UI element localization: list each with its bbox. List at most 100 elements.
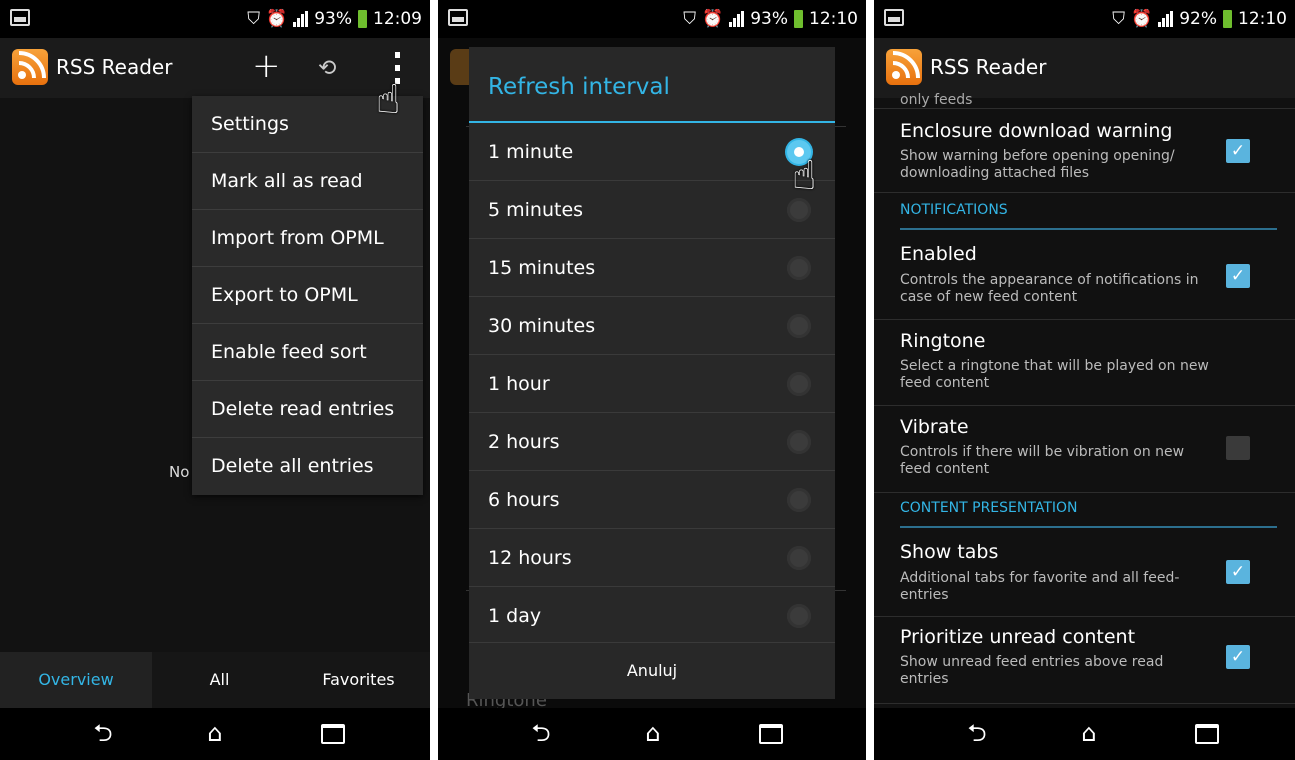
refresh-interval-dialog: Refresh interval 1 minute 5 minutes 15 m… (469, 47, 835, 699)
checkbox-checked[interactable]: ✓ (1226, 645, 1250, 669)
menu-item-mark-all-read[interactable]: Mark all as read (192, 153, 423, 210)
option-15-minutes[interactable]: 15 minutes (469, 239, 835, 297)
checkbox-unchecked[interactable]: ✓ (1226, 436, 1250, 460)
battery-percent: 93% (750, 9, 788, 29)
radio[interactable] (787, 488, 811, 512)
pref-title: Show tabs (900, 541, 999, 563)
battery-icon (1223, 10, 1232, 28)
radio[interactable] (787, 314, 811, 338)
checkbox-checked[interactable]: ✓ (1226, 139, 1250, 163)
pref-summary: Controls if there will be vibration on n… (900, 444, 1185, 477)
nav-bar: ⮌ ⌂ (0, 708, 430, 760)
option-label: 5 minutes (488, 199, 584, 221)
image-icon (884, 9, 904, 26)
clock: 12:10 (809, 9, 858, 29)
status-bar: ⛉ ⏰ 93% 12:10 (438, 0, 866, 38)
home-icon[interactable]: ⌂ (200, 718, 230, 748)
rss-logo-icon[interactable] (12, 49, 48, 85)
checkbox-checked[interactable]: ✓ (1226, 560, 1250, 584)
nav-bar: ⮌ ⌂ (874, 708, 1295, 760)
alarm-icon: ⏰ (1131, 9, 1153, 29)
recent-apps-icon[interactable] (756, 718, 786, 748)
pref-summary: Show warning before opening opening/ dow… (900, 148, 1175, 181)
pref-title: Ringtone (900, 330, 986, 352)
app-bar: RSS Reader + ⟲ (0, 38, 430, 98)
pref-prioritize-unread[interactable]: Prioritize unread content Show unread fe… (874, 617, 1295, 704)
add-icon[interactable]: + (252, 48, 281, 84)
signal-icon (293, 11, 309, 27)
alarm-icon: ⏰ (702, 9, 724, 29)
app-bar: RSS Reader (874, 38, 1295, 98)
recent-apps-icon[interactable] (1192, 718, 1222, 748)
option-label: 2 hours (488, 431, 560, 453)
checkbox-checked[interactable]: ✓ (1226, 264, 1250, 288)
tab-overview[interactable]: Overview (0, 652, 152, 708)
radio[interactable] (787, 372, 811, 396)
recent-apps-icon[interactable] (318, 718, 348, 748)
pref-enabled[interactable]: Enabled Controls the appearance of notif… (874, 232, 1295, 320)
pref-summary: Select a ringtone that will be played on… (900, 358, 1209, 391)
image-icon (448, 9, 468, 26)
tab-bar: Overview All Favorites (0, 652, 430, 708)
status-bar: ⛉ ⏰ 92% 12:10 (874, 0, 1295, 38)
screen-settings: ⛉ ⏰ 92% 12:10 RSS Reader only feeds Encl… (874, 0, 1295, 760)
option-label: 12 hours (488, 547, 572, 569)
option-label: 1 hour (488, 373, 550, 395)
option-1-minute[interactable]: 1 minute (469, 123, 835, 181)
pref-title: Enclosure download warning (900, 120, 1173, 142)
settings-list: only feeds Enclosure download warning Sh… (874, 92, 1295, 708)
cancel-button[interactable]: Anuluj (469, 642, 835, 699)
rss-logo-icon[interactable] (886, 49, 922, 85)
clock: 12:10 (1238, 9, 1287, 29)
pref-enclosure-warning[interactable]: Enclosure download warning Show warning … (874, 109, 1295, 193)
back-icon[interactable]: ⮌ (962, 718, 992, 748)
status-bar: ⛉ ⏰ 93% 12:09 (0, 0, 430, 38)
app-title: RSS Reader (56, 55, 173, 79)
option-1-hour[interactable]: 1 hour (469, 355, 835, 413)
radio[interactable] (787, 198, 811, 222)
antivirus-icon: ⛉ (683, 9, 697, 29)
pointer-hand-icon: ☝ (376, 77, 401, 123)
menu-item-enable-feed-sort[interactable]: Enable feed sort (192, 324, 423, 381)
image-icon (10, 9, 30, 26)
radio[interactable] (787, 256, 811, 280)
tab-all[interactable]: All (152, 652, 287, 708)
home-icon[interactable]: ⌂ (638, 718, 668, 748)
overflow-menu: Settings Mark all as read Import from OP… (192, 96, 423, 495)
option-5-minutes[interactable]: 5 minutes (469, 181, 835, 239)
signal-icon (729, 11, 745, 27)
back-icon[interactable]: ⮌ (88, 718, 118, 748)
menu-item-delete-all[interactable]: Delete all entries (192, 438, 423, 495)
dialog-title: Refresh interval (469, 47, 835, 123)
radio[interactable] (787, 604, 811, 628)
menu-item-import-opml[interactable]: Import from OPML (192, 210, 423, 267)
menu-item-delete-read[interactable]: Delete read entries (192, 381, 423, 438)
option-2-hours[interactable]: 2 hours (469, 413, 835, 471)
menu-item-export-opml[interactable]: Export to OPML (192, 267, 423, 324)
pref-title: Vibrate (900, 416, 969, 438)
pref-summary: Controls the appearance of notifications… (900, 272, 1199, 305)
nav-bar: ⮌ ⌂ (438, 708, 866, 760)
battery-percent: 92% (1179, 9, 1217, 29)
home-icon[interactable]: ⌂ (1074, 718, 1104, 748)
option-30-minutes[interactable]: 30 minutes (469, 297, 835, 355)
back-icon[interactable]: ⮌ (526, 718, 556, 748)
clock: 12:09 (373, 9, 422, 29)
pref-vibrate[interactable]: Vibrate Controls if there will be vibrat… (874, 406, 1295, 493)
pref-show-tabs[interactable]: Show tabs Additional tabs for favorite a… (874, 530, 1295, 617)
option-label: 30 minutes (488, 315, 596, 337)
screen-dialog: ⛉ ⏰ 93% 12:10 Ringtone Refresh interval … (438, 0, 866, 760)
pref-ringtone[interactable]: Ringtone Select a ringtone that will be … (874, 320, 1295, 406)
pref-title: Enabled (900, 243, 977, 265)
option-12-hours[interactable]: 12 hours (469, 529, 835, 587)
tab-favorites[interactable]: Favorites (287, 652, 430, 708)
option-1-day[interactable]: 1 day (469, 587, 835, 645)
clipped-pref: only feeds (874, 92, 1295, 109)
empty-message: No (169, 463, 190, 481)
alarm-icon: ⏰ (266, 9, 288, 29)
radio[interactable] (787, 430, 811, 454)
pointer-hand-icon: ☝ (792, 153, 817, 199)
radio[interactable] (787, 546, 811, 570)
rotate-icon[interactable]: ⟲ (318, 56, 336, 81)
option-6-hours[interactable]: 6 hours (469, 471, 835, 529)
